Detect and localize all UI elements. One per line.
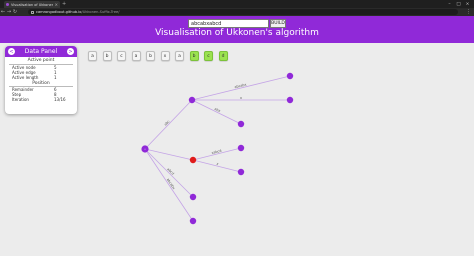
address-bar: ← → ↻ camrongodbout.github.io /Ukkonen-S… [0, 8, 474, 16]
tree-edge-labels: abcabx x abx abc xabcd x abcabx abcd [163, 82, 247, 190]
lock-icon [31, 10, 34, 14]
tree-edge [144, 148, 194, 222]
next-step-button[interactable]: > [67, 48, 74, 55]
char-box: b [146, 51, 155, 61]
tree-node [237, 144, 245, 152]
char-box: x [160, 51, 170, 61]
window-controls: – □ × [445, 0, 472, 8]
iteration-row: Iteration 13/16 [5, 97, 77, 102]
data-panel-title: Data Panel [24, 48, 58, 55]
char-box: b [189, 51, 199, 61]
tree-node [237, 120, 245, 128]
reload-icon[interactable]: ↻ [12, 9, 18, 15]
page-title: Visualisation of Ukkonen's algorithm [155, 28, 319, 38]
minimize-icon[interactable]: – [445, 0, 454, 8]
tree-node [189, 217, 197, 225]
iteration-value: 13/16 [54, 97, 66, 102]
tree-nodes: • [141, 72, 294, 225]
browser-menu-icon[interactable]: ⋮ [466, 9, 471, 15]
edge-label: x [216, 162, 219, 166]
char-box: a [131, 51, 141, 61]
edge-label: abcabx [166, 178, 176, 190]
new-tab-icon[interactable]: + [62, 1, 66, 7]
tree-node [188, 96, 196, 104]
url-field[interactable]: camrongodbout.github.io /Ukkonen-Suffix-… [28, 9, 458, 15]
string-characters: a b c a b x a b c d [88, 51, 233, 61]
edge-label: x [240, 96, 242, 100]
char-box: a [175, 51, 184, 61]
tree-node [286, 96, 294, 104]
edge-label: abcabx [234, 82, 247, 89]
browser-tab[interactable]: Visualisation of Ukkonen's algo... × [4, 1, 60, 8]
char-box: a [88, 51, 97, 61]
close-icon[interactable]: × [55, 2, 58, 7]
tab-title: Visualisation of Ukkonen's algo... [11, 2, 53, 7]
char-box: c [204, 51, 213, 61]
char-box: c [117, 51, 126, 61]
data-panel: < Data Panel > Active point Active node … [5, 46, 77, 114]
tree-node [286, 72, 294, 80]
tree-edge [192, 147, 242, 161]
char-box: d [218, 51, 228, 61]
tree-edge [144, 99, 193, 150]
url-host: camrongodbout.github.io [36, 10, 82, 14]
root-node-marker: • [144, 147, 146, 151]
edge-label: abcd [166, 167, 175, 176]
tree-edge [192, 159, 242, 173]
tree-edge [144, 148, 194, 198]
char-box: b [102, 51, 112, 61]
tree-node [237, 168, 245, 176]
favicon-icon [6, 3, 9, 6]
tree-edges [144, 75, 291, 222]
build-button[interactable]: BUILD [270, 19, 286, 28]
browser-tabstrip: Visualisation of Ukkonen's algo... × + –… [0, 0, 474, 8]
active-length-row: Active length 1 [5, 75, 77, 80]
iteration-label: Iteration [12, 97, 29, 102]
string-input[interactable] [188, 19, 269, 28]
edge-label: xabcd [211, 149, 222, 155]
url-path: /Ukkonen-Suffix-Tree/ [81, 10, 120, 14]
tree-edge [191, 99, 242, 125]
edge-label: abc [163, 119, 170, 126]
root-tree-node [141, 145, 149, 153]
previous-step-button[interactable]: < [8, 48, 15, 55]
tree-edge [191, 75, 291, 101]
edge-label: abx [214, 107, 221, 113]
tree-edge [144, 148, 194, 161]
maximize-icon[interactable]: □ [454, 0, 463, 8]
active-length-value: 1 [54, 74, 57, 80]
data-panel-header: < Data Panel > [5, 46, 77, 57]
tree-node [189, 193, 197, 201]
active-tree-node [189, 156, 197, 164]
active-length-label: Active length [12, 74, 39, 80]
close-window-icon[interactable]: × [463, 0, 472, 8]
